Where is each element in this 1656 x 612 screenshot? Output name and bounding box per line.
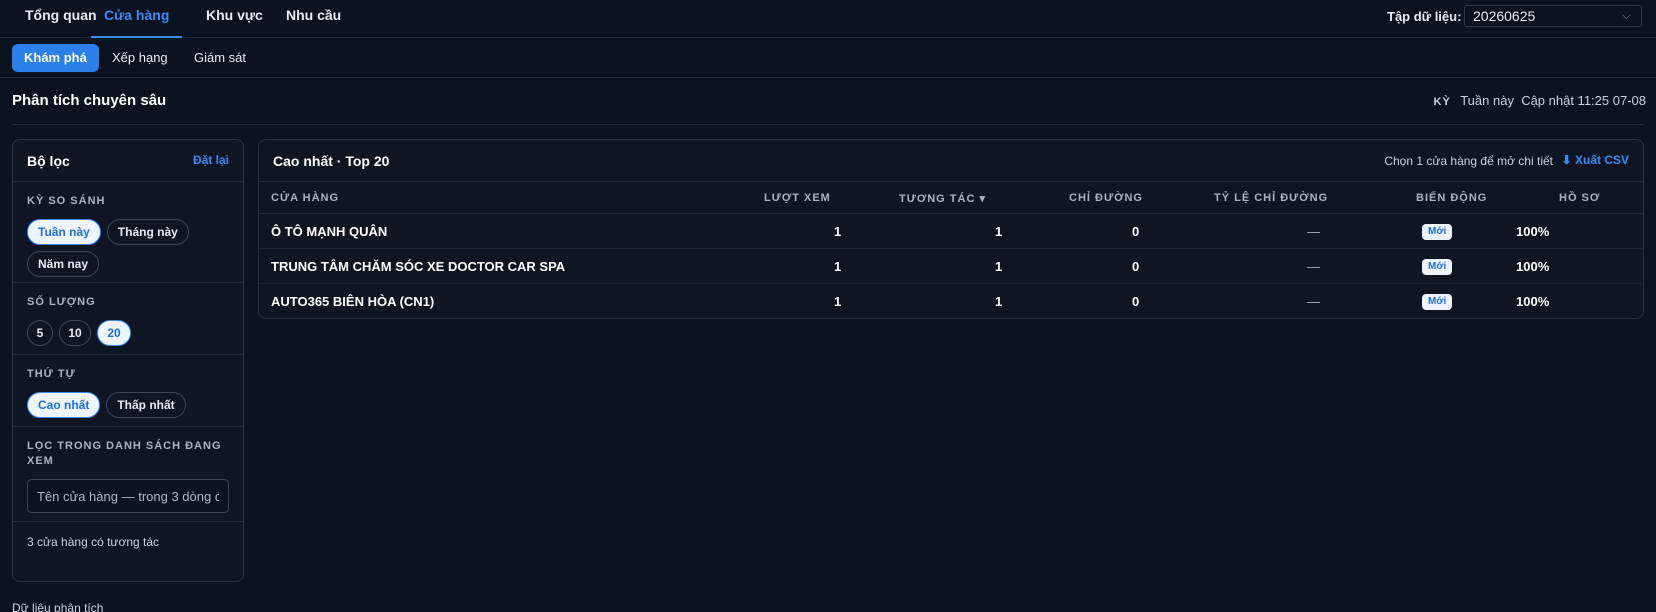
- interactions-value: 1: [995, 294, 1003, 309]
- directions-value: 0: [1132, 259, 1140, 274]
- dataset-value: 20260625: [1473, 8, 1536, 24]
- updated-time: Cập nhật 11:25 07-08: [1521, 93, 1646, 108]
- table-header: CỬA HÀNG LƯỢT XEM TƯƠNG TÁC ▾ CHỈ ĐƯỜNG …: [259, 182, 1643, 214]
- tab-overview[interactable]: Tổng quan: [25, 0, 97, 38]
- filter-title: Bộ lọc: [27, 153, 70, 169]
- period-value: Tuần này: [1460, 93, 1514, 108]
- results-header: Cao nhất · Top 20 Chọn 1 cửa hàng để mở …: [259, 140, 1643, 182]
- table-row[interactable]: AUTO365 BIÊN HÒA (CN1) 1 1 0 — Mới 100%: [259, 284, 1643, 318]
- chevron-down-icon: ⌵: [1621, 8, 1631, 22]
- rate-value: —: [1307, 294, 1320, 309]
- col-change[interactable]: BIẾN ĐỘNG: [1416, 192, 1487, 204]
- divider: [12, 124, 1644, 125]
- views-value: 1: [834, 224, 842, 239]
- subtab-monitor[interactable]: Giám sát: [194, 44, 246, 72]
- order-section: THỨ TỰ Cao nhất Thấp nhất: [13, 355, 243, 427]
- period-key: KỲ: [1433, 96, 1451, 108]
- order-label: THỨ TỰ: [27, 368, 76, 380]
- subtab-explore[interactable]: Khám phá: [12, 44, 99, 72]
- col-interactions[interactable]: TƯƠNG TÁC ▾: [899, 192, 986, 205]
- interactions-value: 1: [995, 224, 1003, 239]
- count-label: SỐ LƯỢNG: [27, 296, 96, 308]
- status-badge: Mới: [1422, 224, 1453, 240]
- col-directions[interactable]: CHỈ ĐƯỜNG: [1069, 192, 1143, 204]
- status-badge: Mới: [1422, 259, 1453, 275]
- store-name: AUTO365 BIÊN HÒA (CN1): [271, 294, 435, 309]
- chip-highest[interactable]: Cao nhất: [27, 392, 101, 418]
- views-value: 1: [834, 294, 842, 309]
- directions-value: 0: [1132, 294, 1140, 309]
- footer-note: Dữ liệu phân tích: [12, 601, 104, 612]
- views-value: 1: [834, 259, 842, 274]
- chip-count-10[interactable]: 10: [59, 320, 91, 346]
- tab-demand[interactable]: Nhu cầu: [286, 0, 341, 38]
- dataset-select[interactable]: 20260625 ⌵: [1464, 5, 1642, 27]
- col-store[interactable]: CỬA HÀNG: [271, 192, 339, 204]
- sub-nav: Khám phá Xếp hạng Giám sát: [0, 38, 1656, 78]
- count-section: SỐ LƯỢNG 5 10 20: [13, 283, 243, 355]
- profile-value: 100%: [1516, 294, 1550, 309]
- filter-header: Bộ lọc Đặt lại: [13, 140, 243, 182]
- store-search-input[interactable]: [27, 479, 229, 513]
- results-hint: Chọn 1 cửa hàng để mở chi tiết: [1384, 154, 1553, 168]
- table-row[interactable]: TRUNG TÂM CHĂM SÓC XE DOCTOR CAR SPA 1 1…: [259, 249, 1643, 284]
- interactions-value: 1: [995, 259, 1003, 274]
- period-info: KỲ Tuần này Cập nhật 11:25 07-08: [1434, 93, 1646, 108]
- tab-regions[interactable]: Khu vực: [206, 0, 263, 38]
- chip-count-20[interactable]: 20: [97, 320, 131, 346]
- status-badge: Mới: [1422, 294, 1453, 310]
- directions-value: 0: [1132, 224, 1140, 239]
- reset-button[interactable]: Đặt lại: [193, 153, 229, 167]
- filter-summary: 3 cửa hàng có tương tác: [27, 535, 160, 549]
- search-section: LỌC TRONG DANH SÁCH ĐANG XEM: [13, 427, 243, 522]
- rate-value: —: [1307, 224, 1320, 239]
- store-name: TRUNG TÂM CHĂM SÓC XE DOCTOR CAR SPA: [271, 259, 566, 274]
- col-views[interactable]: LƯỢT XEM: [764, 192, 831, 204]
- rate-value: —: [1307, 259, 1320, 274]
- compare-section: KỲ SO SÁNH Tuần này Tháng này Năm nay: [13, 182, 243, 283]
- col-profile[interactable]: HỒ SƠ: [1559, 192, 1600, 204]
- results-panel: Cao nhất · Top 20 Chọn 1 cửa hàng để mở …: [258, 139, 1644, 319]
- search-label: LỌC TRONG DANH SÁCH ĐANG XEM: [27, 440, 222, 467]
- chip-this-month[interactable]: Tháng này: [106, 219, 189, 245]
- compare-label: KỲ SO SÁNH: [27, 195, 106, 207]
- store-name: Ô TÔ MẠNH QUÂN: [271, 224, 388, 239]
- chip-count-5[interactable]: 5: [27, 320, 53, 346]
- subtab-ranking[interactable]: Xếp hạng: [112, 44, 168, 72]
- filter-panel: Bộ lọc Đặt lại KỲ SO SÁNH Tuần này Tháng…: [12, 139, 244, 582]
- profile-value: 100%: [1516, 259, 1550, 274]
- col-direction-rate[interactable]: TỶ LỆ CHỈ ĐƯỜNG: [1214, 192, 1328, 204]
- export-csv-button[interactable]: ⬇ Xuất CSV: [1562, 153, 1629, 167]
- profile-value: 100%: [1516, 224, 1550, 239]
- page-title: Phân tích chuyên sâu: [12, 92, 167, 109]
- chip-this-week[interactable]: Tuần này: [27, 219, 101, 245]
- chip-this-year[interactable]: Năm nay: [27, 251, 100, 277]
- results-title: Cao nhất · Top 20: [273, 153, 390, 169]
- tab-stores[interactable]: Cửa hàng: [91, 0, 183, 38]
- table-row[interactable]: Ô TÔ MẠNH QUÂN 1 1 0 — Mới 100%: [259, 214, 1643, 249]
- top-nav: Tổng quan Cửa hàng Khu vực Nhu cầu Tập d…: [0, 0, 1656, 38]
- dataset-label: Tập dữ liệu:: [1387, 9, 1462, 24]
- chip-lowest[interactable]: Thấp nhất: [106, 392, 186, 418]
